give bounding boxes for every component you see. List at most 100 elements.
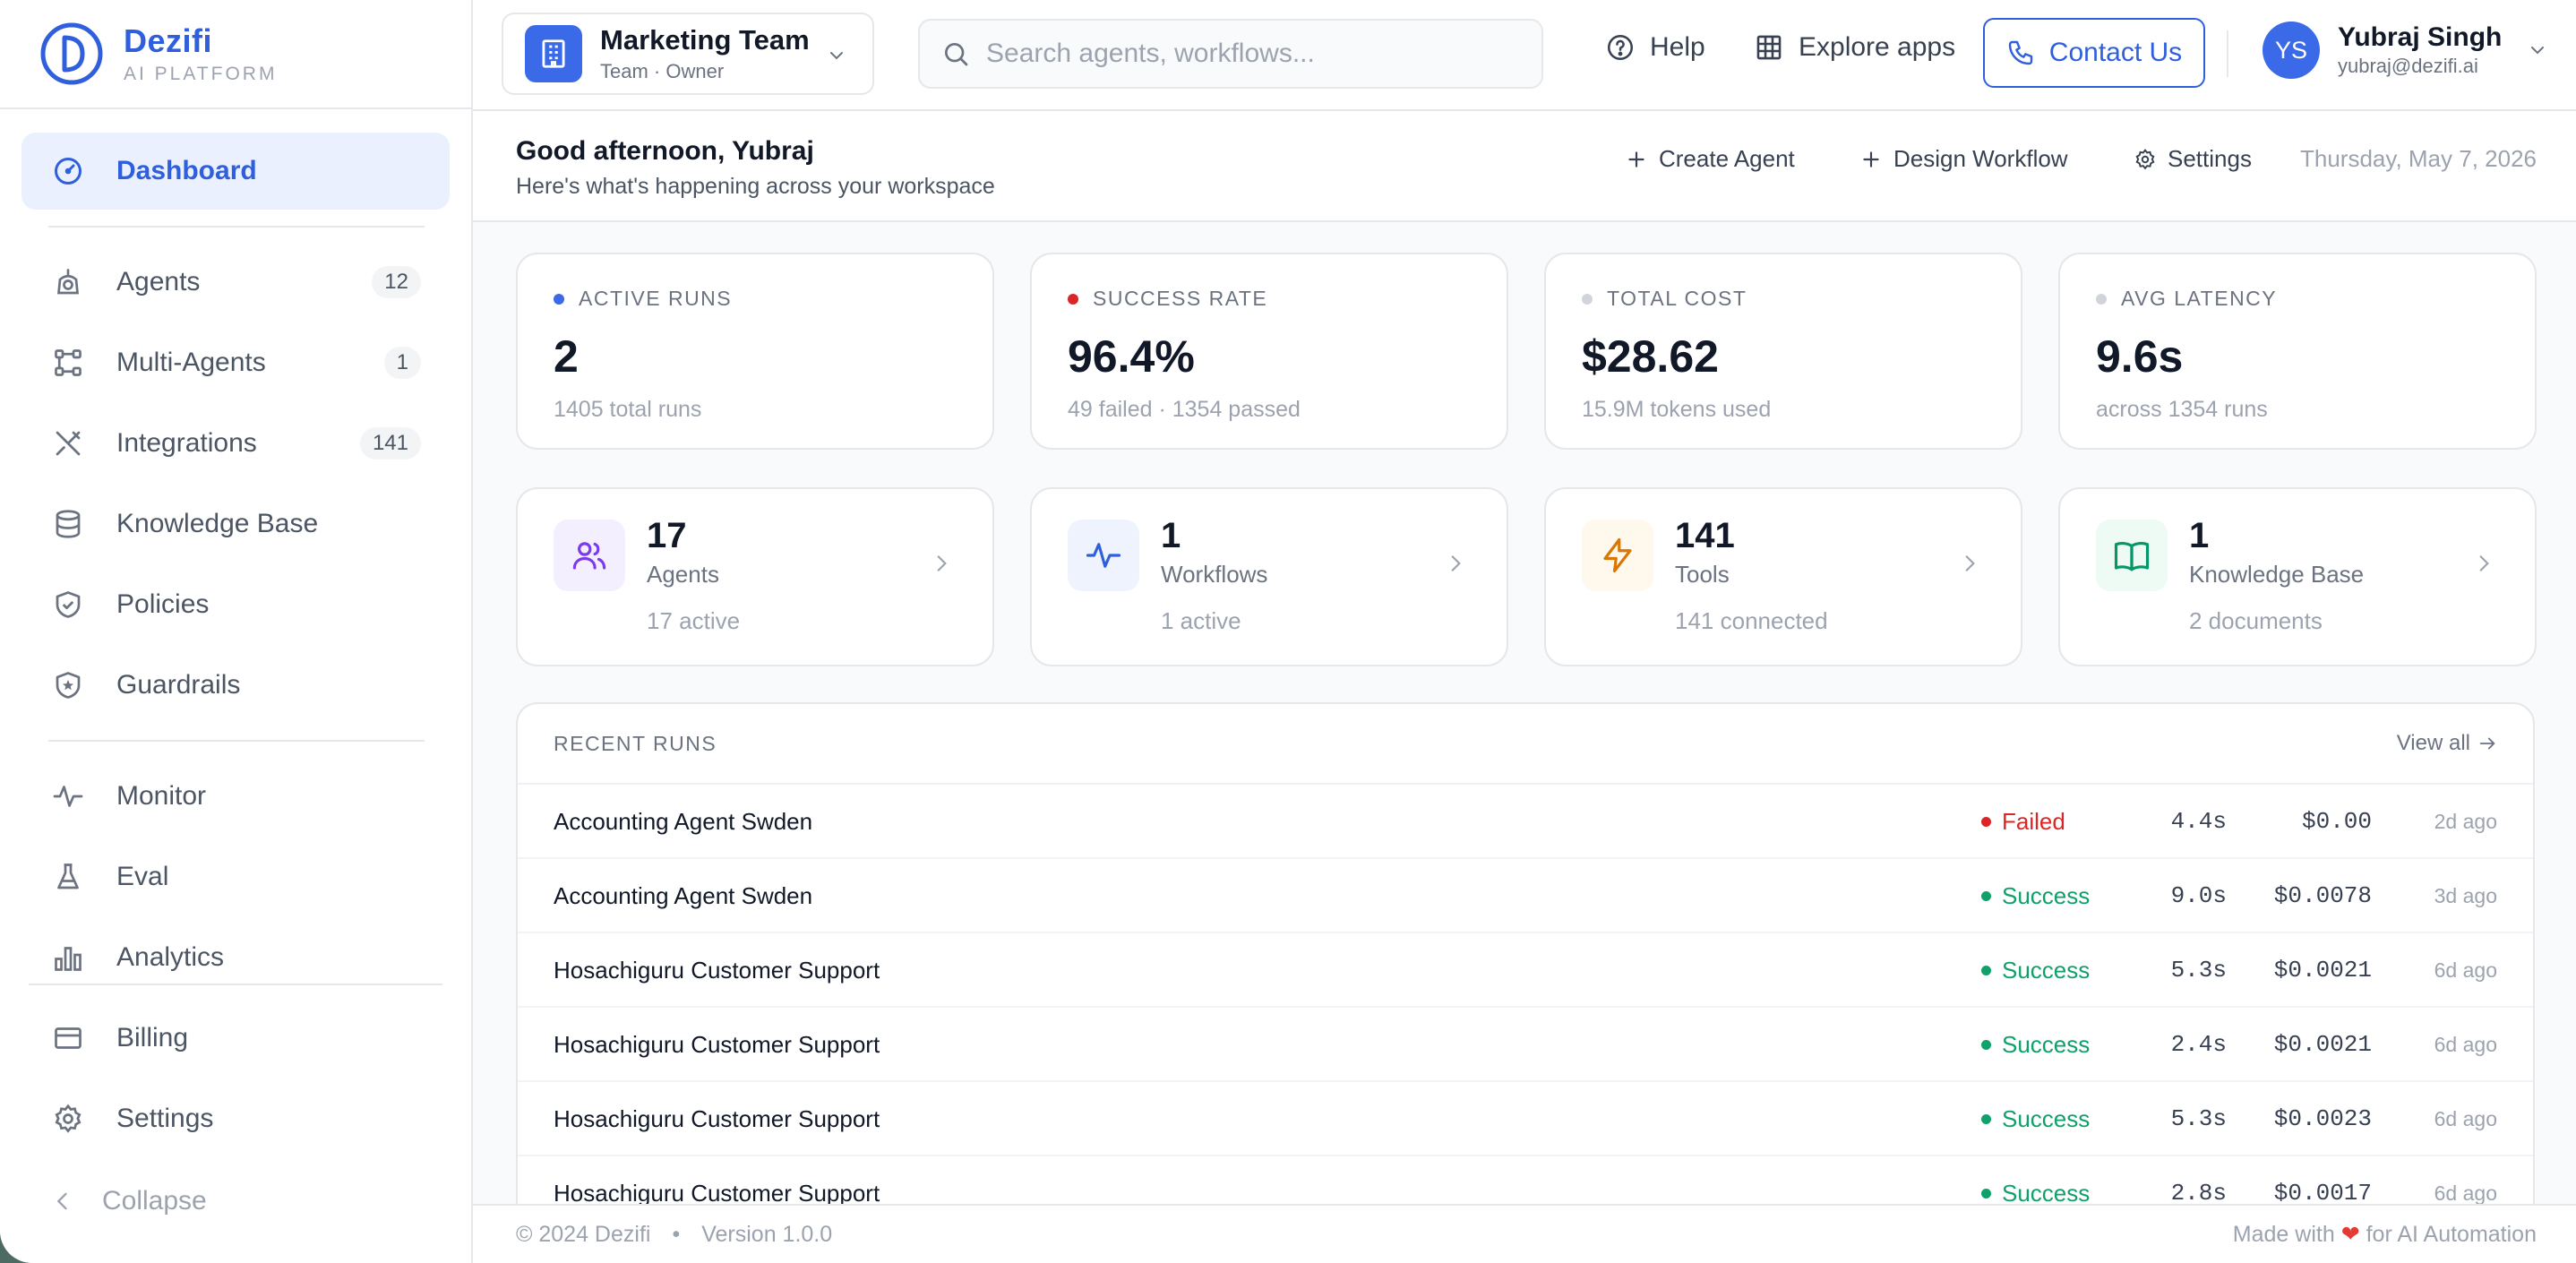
stat-card-active-runs: ACTIVE RUNS 2 1405 total runs <box>516 253 994 450</box>
version: Version 1.0.0 <box>701 1221 833 1247</box>
chevron-right-icon <box>1451 555 1461 571</box>
design-workflow-button[interactable]: Design Workflow <box>1859 145 2068 173</box>
run-cost: $0.0023 <box>2273 1105 2372 1132</box>
status-badge: Success <box>1981 1180 2090 1204</box>
status-label: Success <box>2002 882 2091 909</box>
run-cost: $0.0021 <box>2273 957 2372 984</box>
flask-icon <box>50 859 86 895</box>
resource-subtext: 1 active <box>1161 607 1241 634</box>
brand-tagline: AI PLATFORM <box>124 64 278 84</box>
stat-subtext: across 1354 runs <box>2096 397 2268 422</box>
sidebar-item-multi-agents[interactable]: Multi-Agents 1 <box>21 324 450 401</box>
section-title: RECENT RUNS <box>554 731 717 755</box>
run-time-ago: 6d ago <box>2434 1181 2497 1204</box>
sidebar-item-integrations[interactable]: Integrations 141 <box>21 405 450 482</box>
chevron-right-icon <box>937 555 947 571</box>
status-dot <box>1981 817 1991 827</box>
gear-icon <box>2135 148 2155 169</box>
status-dot <box>554 293 564 305</box>
run-time-ago: 6d ago <box>2434 1033 2497 1056</box>
resource-count: 1 <box>1161 516 1181 555</box>
status-dot <box>1582 293 1593 305</box>
sidebar-item-label: Integrations <box>116 428 257 458</box>
resource-name: Agents <box>647 561 719 588</box>
sidebar-item-agents[interactable]: Agents 12 <box>21 244 450 321</box>
run-agent-name: Hosachiguru Customer Support <box>554 957 880 984</box>
recent-runs-panel: RECENT RUNS View all Accounting Agent Sw… <box>516 702 2535 1204</box>
table-row[interactable]: Hosachiguru Customer Support Success 5.3s $… <box>518 933 2533 1008</box>
gear-icon <box>50 1101 86 1137</box>
table-row[interactable]: Accounting Agent Swden Success 9.0s $0.0078… <box>518 859 2533 933</box>
view-all-link[interactable]: View all <box>2397 731 2497 756</box>
resource-subtext: 17 active <box>647 607 741 634</box>
bar-chart-icon <box>50 940 86 975</box>
table-row[interactable]: Hosachiguru Customer Support Success 2.4s $… <box>518 1008 2533 1082</box>
user-menu[interactable]: YS Yubraj Singh yubraj@dezifi.ai <box>2263 21 2548 79</box>
status-dot <box>1981 1189 1991 1199</box>
status-badge: Success <box>1981 957 2090 984</box>
resource-card-workflows[interactable]: 1 Workflows 1 active <box>1030 487 1508 666</box>
sidebar-item-settings[interactable]: Settings <box>21 1080 450 1157</box>
run-duration: 4.4s <box>2170 808 2227 835</box>
run-agent-name: Hosachiguru Customer Support <box>554 1105 880 1132</box>
chevron-down-icon <box>2531 47 2545 55</box>
run-duration: 5.3s <box>2170 957 2227 984</box>
tools-icon <box>50 425 86 461</box>
sidebar-item-dashboard[interactable]: Dashboard <box>21 133 450 210</box>
database-icon <box>50 506 86 542</box>
contact-us-button[interactable]: Contact Us <box>1983 18 2205 88</box>
stat-card-total-cost: TOTAL COST $28.62 15.9M tokens used <box>1544 253 2022 450</box>
stat-label: TOTAL COST <box>1607 287 1747 310</box>
run-time-ago: 6d ago <box>2434 1107 2497 1130</box>
stat-label: SUCCESS RATE <box>1093 287 1268 310</box>
sidebar-item-guardrails[interactable]: Guardrails <box>21 647 450 724</box>
sidebar-item-monitor[interactable]: Monitor <box>21 758 450 835</box>
team-switcher[interactable]: Marketing Team Team · Owner <box>502 13 874 95</box>
book-icon <box>2096 520 2168 591</box>
explore-apps-button[interactable]: Explore apps <box>1754 32 1955 63</box>
resource-name: Tools <box>1675 561 1730 588</box>
search-input[interactable] <box>986 39 1524 69</box>
run-duration: 5.3s <box>2170 1105 2227 1132</box>
status-dot <box>1981 1114 1991 1124</box>
sidebar-divider <box>48 740 425 742</box>
wallet-icon <box>50 1020 86 1056</box>
sidebar-item-policies[interactable]: Policies <box>21 566 450 643</box>
sidebar-item-billing[interactable]: Billing <box>21 1000 450 1077</box>
sidebar-item-label: Multi-Agents <box>116 348 266 377</box>
sidebar-item-label: Knowledge Base <box>116 509 319 538</box>
made-with-text: Made with <box>2232 1222 2335 1247</box>
explore-apps-label: Explore apps <box>1799 32 1956 62</box>
app-window: Dezifi AI PLATFORM Dashboard Agents 12 M… <box>0 0 2576 1263</box>
stat-subtext: 49 failed · 1354 passed <box>1068 397 1301 422</box>
separator-dot: • <box>672 1221 681 1247</box>
resource-card-tools[interactable]: 141 Tools 141 connected <box>1544 487 2022 666</box>
stat-value: 96.4% <box>1068 331 1195 382</box>
resource-card-knowledge-base[interactable]: 1 Knowledge Base 2 documents <box>2058 487 2537 666</box>
sidebar-divider <box>48 226 425 228</box>
create-agent-button[interactable]: Create Agent <box>1625 145 1795 173</box>
resource-subtext: 2 documents <box>2189 607 2323 634</box>
run-time-ago: 2d ago <box>2434 810 2497 833</box>
table-row[interactable]: Hosachiguru Customer Support Success 2.8s $… <box>518 1156 2533 1204</box>
collapse-button[interactable]: Collapse <box>50 1186 207 1216</box>
brand[interactable]: Dezifi AI PLATFORM <box>0 0 471 109</box>
sidebar-item-label: Analytics <box>116 942 225 972</box>
settings-button[interactable]: Settings <box>2134 145 2252 173</box>
table-row[interactable]: Accounting Agent Swden Failed 4.4s $0.00 2d … <box>518 785 2533 859</box>
resource-card-agents[interactable]: 17 Agents 17 active <box>516 487 994 666</box>
status-label: Success <box>2002 957 2091 984</box>
status-label: Failed <box>2002 808 2065 835</box>
stat-value: 2 <box>554 331 579 382</box>
sidebar-item-eval[interactable]: Eval <box>21 838 450 915</box>
activity-icon <box>1068 520 1139 591</box>
table-row[interactable]: Hosachiguru Customer Support Success 5.3s $… <box>518 1082 2533 1156</box>
help-button[interactable]: Help <box>1605 32 1705 63</box>
grid-icon <box>1756 35 1782 60</box>
count-badge: 12 <box>372 266 421 298</box>
resource-count: 1 <box>2189 516 2210 555</box>
collapse-label: Collapse <box>102 1186 207 1216</box>
sidebar-item-knowledge-base[interactable]: Knowledge Base <box>21 485 450 563</box>
status-dot <box>1981 966 1991 975</box>
run-duration: 2.8s <box>2170 1180 2227 1204</box>
